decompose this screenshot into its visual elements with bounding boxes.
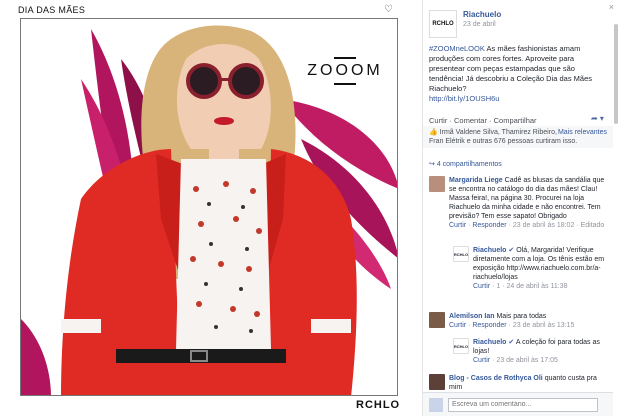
shares-label: 4 compartilhamentos bbox=[436, 161, 502, 168]
post-link[interactable]: http://bit.ly/1OUSH6u bbox=[429, 94, 499, 103]
comment-author[interactable]: Blog - Casos de Rothyca Oli bbox=[449, 375, 543, 382]
like-button[interactable]: Curtir bbox=[429, 116, 447, 125]
page-avatar[interactable]: RCHLO bbox=[429, 10, 457, 38]
comment-like[interactable]: Curtir bbox=[473, 357, 490, 364]
photo-panel: DIA DAS MÃES ♡ ZOOOM RCHLO bbox=[0, 0, 412, 416]
likes-text[interactable]: Irmã Valdene Silva, Thamirez Ribeiro, Fr… bbox=[429, 129, 577, 145]
avatar bbox=[429, 397, 443, 412]
zooom-wordmark: ZOOOM bbox=[307, 62, 383, 79]
comment-meta: Curtir · 23 de abril às 17:05 bbox=[473, 357, 558, 364]
avatar[interactable] bbox=[429, 374, 445, 390]
likes-summary: Mais relevantes 👍 Irmã Valdene Silva, Th… bbox=[423, 126, 613, 148]
comment-item: Alemilson Ian Mais para todas Curtir · R… bbox=[429, 312, 609, 330]
close-icon[interactable]: × bbox=[609, 2, 614, 12]
write-comment-bar bbox=[423, 392, 613, 416]
comment-button[interactable]: Comentar bbox=[454, 116, 487, 125]
comment-date[interactable]: 23 de abril às 13:15 bbox=[513, 322, 575, 329]
comment-date[interactable]: 24 de abril às 11:38 bbox=[507, 283, 568, 290]
comment-item: Margarida Liege Cadê as blusas da sandál… bbox=[429, 176, 609, 230]
scrollbar[interactable] bbox=[614, 24, 618, 124]
comment-meta: Curtir · Responder · 23 de abril às 13:1… bbox=[449, 322, 575, 329]
comment-reply[interactable]: Responder bbox=[472, 222, 506, 229]
sort-dropdown[interactable]: Mais relevantes bbox=[558, 128, 607, 137]
comment-like-count[interactable]: 1 bbox=[496, 283, 500, 290]
share-button[interactable]: Compartilhar bbox=[494, 116, 537, 125]
page-name[interactable]: Riachuelo bbox=[463, 10, 501, 19]
thumbs-up-icon: 👍 bbox=[429, 129, 438, 136]
avatar[interactable]: RCHLO bbox=[453, 338, 469, 354]
zooom-bar-top bbox=[334, 57, 356, 59]
comment-author[interactable]: Margarida Liege bbox=[449, 177, 503, 184]
comment-like[interactable]: Curtir bbox=[449, 322, 466, 329]
footer-brand: RCHLO bbox=[356, 399, 401, 411]
verified-icon: ✔ bbox=[508, 339, 515, 346]
comment-author[interactable]: Alemilson Ian bbox=[449, 313, 495, 320]
heart-icon[interactable]: ♡ bbox=[384, 4, 393, 15]
comment-reply[interactable]: Responder bbox=[472, 322, 506, 329]
post-text: #ZOOMneLOOK As mães fashionistas amam pr… bbox=[429, 44, 611, 104]
comment-reply-item: RCHLO Riachuelo ✔ A coleção foi para tod… bbox=[453, 338, 609, 365]
avatar[interactable]: RCHLO bbox=[453, 246, 469, 262]
comment-author[interactable]: Riachuelo bbox=[473, 247, 506, 254]
share-options-icon[interactable]: ➦ ▾ bbox=[591, 114, 604, 123]
shares-count[interactable]: ↪ 4 compartilhamentos bbox=[429, 160, 502, 168]
comment-text: Mais para todas bbox=[496, 313, 547, 320]
photo-title: DIA DAS MÃES bbox=[18, 5, 86, 15]
avatar[interactable] bbox=[429, 176, 445, 192]
comments-panel: × RCHLO Riachuelo 23 de abril #ZOOMneLOO… bbox=[422, 0, 620, 416]
post-hashtag[interactable]: #ZOOMneLOOK bbox=[429, 44, 485, 53]
comment-item: Blog - Casos de Rothyca Oli quanto custa… bbox=[429, 374, 609, 392]
verified-icon: ✔ bbox=[508, 247, 515, 254]
avatar[interactable] bbox=[429, 312, 445, 328]
comment-reply-item: RCHLO Riachuelo ✔ Olá, Margarida! Verifi… bbox=[453, 246, 609, 291]
post-actions: Curtir · Comentar · Compartilhar bbox=[429, 116, 537, 125]
zooom-logo: ZOOOM bbox=[303, 57, 387, 85]
comment-date[interactable]: 23 de abril às 17:05 bbox=[496, 357, 558, 364]
product-photo[interactable]: ZOOOM bbox=[20, 18, 398, 396]
zooom-bar-bottom bbox=[334, 83, 356, 85]
post-date[interactable]: 23 de abril bbox=[463, 21, 501, 28]
comment-edited[interactable]: Editado bbox=[581, 222, 605, 229]
comment-input[interactable] bbox=[448, 397, 598, 412]
comment-author[interactable]: Riachuelo bbox=[473, 339, 506, 346]
comment-like[interactable]: Curtir bbox=[449, 222, 466, 229]
comment-meta: Curtir · Responder · 23 de abril às 18:0… bbox=[449, 222, 605, 229]
comment-meta: Curtir · 1 · 24 de abril às 11:38 bbox=[473, 283, 568, 290]
comment-like[interactable]: Curtir bbox=[473, 283, 490, 290]
comment-date[interactable]: 23 de abril às 18:02 bbox=[513, 222, 575, 229]
post-header: RCHLO Riachuelo 23 de abril bbox=[429, 10, 501, 38]
